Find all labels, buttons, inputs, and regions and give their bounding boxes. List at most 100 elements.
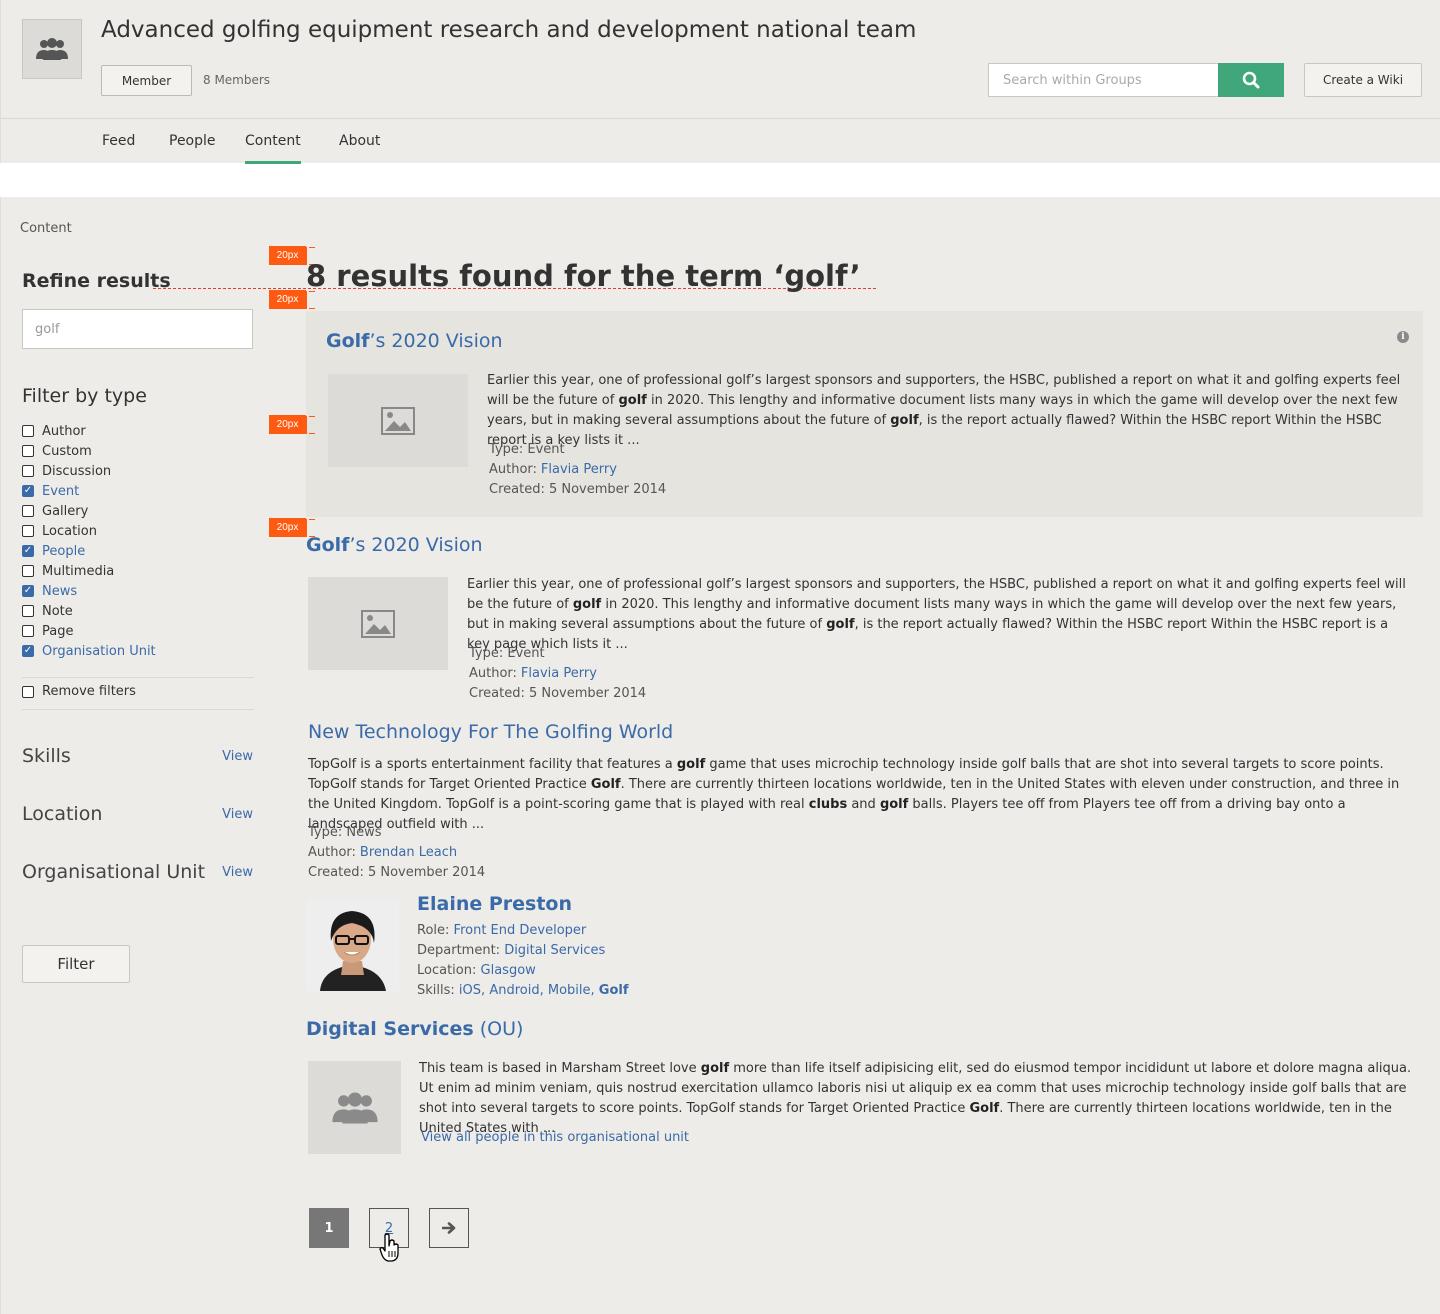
group-title: Advanced golfing equipment research and … (101, 17, 917, 43)
facet-view-link[interactable]: View (222, 807, 253, 822)
refine-search-input[interactable] (22, 309, 253, 349)
checkbox-checked[interactable]: ✓ (22, 485, 34, 497)
filter-location[interactable]: Location (22, 521, 254, 541)
filter-news[interactable]: ✓ News (22, 581, 254, 601)
location-link[interactable]: Glasgow (481, 963, 536, 978)
checkbox[interactable] (22, 425, 34, 437)
page-1-button[interactable]: 1 (309, 1208, 349, 1248)
tab-feed[interactable]: Feed (102, 133, 135, 164)
result-type: Type: Event (489, 442, 565, 457)
filter-label: Organisation Unit (42, 643, 156, 659)
checkbox[interactable] (22, 625, 34, 637)
filter-label: Note (42, 603, 73, 619)
facet-view-link[interactable]: View (222, 865, 253, 880)
spacing-marker (306, 291, 315, 309)
author-link[interactable]: Brendan Leach (360, 845, 457, 860)
divider (22, 677, 254, 678)
remove-filters-label: Remove filters (42, 684, 136, 699)
filter-event[interactable]: ✓ Event (22, 481, 254, 501)
filter-label: Page (42, 623, 74, 639)
skill-link[interactable]: iOS (459, 983, 481, 998)
person-skills: Skills: iOS, Android, Mobile, Golf (417, 983, 629, 998)
checkbox[interactable] (22, 685, 34, 698)
author-link[interactable]: Flavia Perry (541, 462, 617, 477)
filter-button[interactable]: Filter (22, 945, 130, 983)
filter-page[interactable]: Page (22, 621, 254, 641)
filter-people[interactable]: ✓ People (22, 541, 254, 561)
group-icon (36, 38, 68, 60)
image-placeholder-icon (361, 609, 395, 638)
search-button[interactable] (1218, 63, 1284, 97)
checkbox[interactable] (22, 445, 34, 457)
type-filter-list: Author Custom Discussion ✓ Event Gallery … (22, 421, 254, 661)
role-link[interactable]: Front End Developer (454, 923, 587, 938)
department-link[interactable]: Digital Services (504, 943, 605, 958)
tab-about[interactable]: About (339, 133, 380, 164)
ou-title-link[interactable]: Digital Services (OU) (306, 1018, 523, 1040)
create-wiki-button[interactable]: Create a Wiki (1304, 63, 1422, 97)
search-icon (1242, 71, 1260, 89)
filter-discussion[interactable]: Discussion (22, 461, 254, 481)
tab-content[interactable]: Content (245, 133, 301, 164)
search-input[interactable] (988, 63, 1218, 97)
checkbox[interactable] (22, 465, 34, 477)
skill-link[interactable]: Golf (599, 983, 629, 998)
checkbox[interactable] (22, 505, 34, 517)
view-all-people-link[interactable]: View all people in this organisational u… (421, 1128, 689, 1148)
person-name-link[interactable]: Elaine Preston (417, 893, 572, 915)
checkbox-checked[interactable]: ✓ (22, 545, 34, 557)
checkbox-checked[interactable]: ✓ (22, 585, 34, 597)
filter-label: Multimedia (42, 563, 115, 579)
filter-author[interactable]: Author (22, 421, 254, 441)
checkbox[interactable] (22, 565, 34, 577)
person-photo[interactable] (306, 899, 399, 991)
result-thumbnail[interactable] (328, 374, 468, 467)
result-title[interactable]: Golf’s 2020 Vision (306, 534, 483, 556)
checkbox[interactable] (22, 605, 34, 617)
result-excerpt: Earlier this year, one of professional g… (467, 577, 1406, 652)
arrow-right-icon (442, 1222, 456, 1234)
filter-multimedia[interactable]: Multimedia (22, 561, 254, 581)
spacing-badge: 20px (269, 518, 306, 537)
result-author: Author: Flavia Perry (469, 666, 597, 681)
result-excerpt: Earlier this year, one of professional g… (487, 373, 1401, 448)
skill-link[interactable]: Mobile (548, 983, 591, 998)
filter-label: Custom (42, 443, 92, 459)
person-meta: Role: Front End Developer Department: Di… (417, 921, 629, 1001)
skill-link[interactable]: Android (489, 983, 539, 998)
filter-note[interactable]: Note (22, 601, 254, 621)
author-link[interactable]: Flavia Perry (521, 666, 597, 681)
result-created: Created: 5 November 2014 (489, 482, 667, 497)
checkbox[interactable] (22, 525, 34, 537)
filter-label: Location (42, 523, 97, 539)
remove-filters[interactable]: Remove filters (22, 684, 136, 699)
filter-label: Gallery (42, 503, 89, 519)
filter-custom[interactable]: Custom (22, 441, 254, 461)
breadcrumb: Content (20, 221, 72, 236)
info-icon[interactable]: i (1397, 331, 1409, 343)
person-department: Department: Digital Services (417, 943, 606, 958)
person-location: Location: Glasgow (417, 963, 536, 978)
filter-by-type-title: Filter by type (22, 385, 147, 407)
result-thumbnail[interactable] (308, 577, 448, 670)
member-count[interactable]: 8 Members (203, 73, 270, 87)
facet-label: Skills (22, 745, 71, 767)
filter-organisation-unit[interactable]: ✓ Organisation Unit (22, 641, 254, 661)
group-tabs: Feed People Content About (0, 118, 1440, 164)
result-title[interactable]: Golf’s 2020 Vision (326, 330, 503, 352)
facet-skills: Skills View (22, 745, 253, 767)
filter-gallery[interactable]: Gallery (22, 501, 254, 521)
profile-photo-icon (306, 899, 399, 991)
next-page-button[interactable] (429, 1208, 469, 1248)
group-header: Advanced golfing equipment research and … (0, 0, 1440, 118)
image-placeholder-icon (381, 406, 415, 435)
member-button[interactable]: Member (101, 65, 192, 96)
ou-thumbnail[interactable] (308, 1061, 401, 1154)
tab-people[interactable]: People (169, 133, 216, 164)
result-title[interactable]: New Technology For The Golfing World (308, 721, 673, 743)
filter-label: Event (42, 483, 80, 499)
checkbox-checked[interactable]: ✓ (22, 645, 34, 657)
facet-view-link[interactable]: View (222, 749, 253, 764)
results-heading: 8 results found for the term ‘golf’ (306, 259, 861, 293)
content-area: Content Refine results Filter by type Au… (0, 197, 1440, 1314)
